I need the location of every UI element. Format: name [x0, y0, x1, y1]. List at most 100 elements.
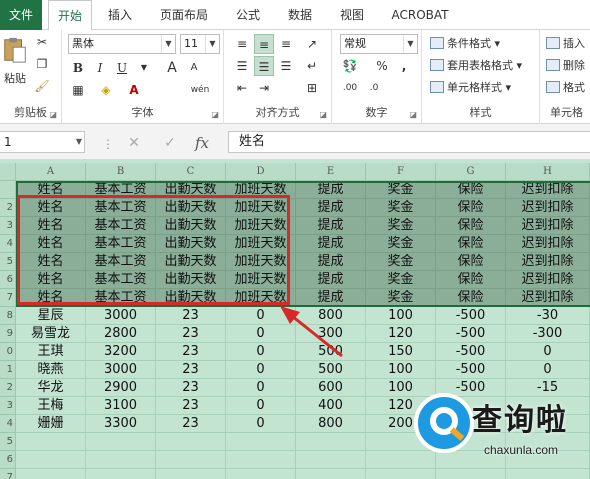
increase-decimal-icon[interactable]: .00 — [340, 78, 360, 98]
paste-button[interactable]: 粘贴 — [0, 36, 30, 86]
cell-d-14[interactable]: 0 — [226, 415, 296, 433]
cell-h-1[interactable]: 迟到扣除 — [506, 181, 590, 199]
grow-font-button[interactable]: A — [162, 58, 182, 78]
chevron-down-icon[interactable]: ▼ — [134, 58, 154, 78]
cell-e-2[interactable]: 提成 — [296, 199, 366, 217]
cell-b-15[interactable] — [86, 433, 156, 451]
dialog-launcher-icon[interactable]: ◪ — [319, 110, 327, 119]
cut-icon[interactable]: ✂ — [32, 32, 52, 52]
decrease-decimal-icon[interactable]: .0 — [364, 78, 384, 98]
cell-f-8[interactable]: 100 — [366, 307, 436, 325]
row-header[interactable]: 9 — [0, 325, 16, 343]
cell-b-3[interactable]: 基本工资 — [86, 217, 156, 235]
row-header[interactable]: 7 — [0, 289, 16, 307]
row-header[interactable]: 4 — [0, 415, 16, 433]
cell-f-5[interactable]: 奖金 — [366, 253, 436, 271]
cell-a-17[interactable] — [16, 469, 86, 479]
cell-c-11[interactable]: 23 — [156, 361, 226, 379]
cell-e-4[interactable]: 提成 — [296, 235, 366, 253]
name-box[interactable]: 1 ▼ — [0, 131, 85, 153]
cell-h-4[interactable]: 迟到扣除 — [506, 235, 590, 253]
merge-center-icon[interactable]: ⊞ — [302, 78, 322, 98]
format-painter-icon[interactable]: 🖌 — [32, 76, 52, 96]
column-header-f[interactable]: F — [366, 163, 436, 181]
cell-g-1[interactable]: 保险 — [436, 181, 506, 199]
cell-a-11[interactable]: 晓燕 — [16, 361, 86, 379]
font-size-select[interactable]: 11 ▼ — [180, 34, 220, 54]
cell-c-15[interactable] — [156, 433, 226, 451]
cell-c-13[interactable]: 23 — [156, 397, 226, 415]
cell-g-8[interactable]: -500 — [436, 307, 506, 325]
row-header[interactable]: 3 — [0, 217, 16, 235]
cell-g-5[interactable]: 保险 — [436, 253, 506, 271]
font-name-select[interactable]: 黑体 ▼ — [68, 34, 176, 54]
align-middle-icon[interactable]: ≡ — [254, 34, 274, 54]
fill-color-icon[interactable]: ◈ — [96, 80, 116, 100]
cell-g-3[interactable]: 保险 — [436, 217, 506, 235]
row-header[interactable]: 2 — [0, 199, 16, 217]
cell-a-13[interactable]: 王梅 — [16, 397, 86, 415]
tab-home[interactable]: 开始 — [48, 0, 92, 31]
cell-d-2[interactable]: 加班天数 — [226, 199, 296, 217]
cell-h-9[interactable]: -300 — [506, 325, 590, 343]
row-header[interactable]: 1 — [0, 361, 16, 379]
cell-h-3[interactable]: 迟到扣除 — [506, 217, 590, 235]
cell-b-14[interactable]: 3300 — [86, 415, 156, 433]
align-top-icon[interactable]: ≡ — [232, 34, 252, 54]
cell-d-6[interactable]: 加班天数 — [226, 271, 296, 289]
column-header-d[interactable]: D — [226, 163, 296, 181]
cell-b-2[interactable]: 基本工资 — [86, 199, 156, 217]
cancel-icon[interactable]: ✕ — [124, 134, 144, 152]
dialog-launcher-icon[interactable]: ◪ — [409, 110, 417, 119]
cell-b-11[interactable]: 3000 — [86, 361, 156, 379]
row-header[interactable]: 7 — [0, 469, 16, 479]
cell-f-2[interactable]: 奖金 — [366, 199, 436, 217]
insert-function-icon[interactable]: fx — [192, 134, 212, 152]
cell-h-11[interactable]: 0 — [506, 361, 590, 379]
cell-c-8[interactable]: 23 — [156, 307, 226, 325]
delete-cells-button[interactable]: 删除 — [546, 56, 585, 76]
tab-acrobat[interactable]: ACROBAT — [382, 0, 458, 30]
column-header-b[interactable]: B — [86, 163, 156, 181]
row-header[interactable] — [0, 181, 16, 199]
cell-a-9[interactable]: 易雪龙 — [16, 325, 86, 343]
cell-h-5[interactable]: 迟到扣除 — [506, 253, 590, 271]
cell-c-17[interactable] — [156, 469, 226, 479]
column-header-h[interactable]: H — [506, 163, 590, 181]
cell-a-12[interactable]: 华龙 — [16, 379, 86, 397]
dialog-launcher-icon[interactable]: ◪ — [49, 110, 57, 119]
wrap-text-icon[interactable]: ↵ — [302, 56, 322, 76]
align-right-icon[interactable]: ☰ — [276, 56, 296, 76]
cell-h-8[interactable]: -30 — [506, 307, 590, 325]
row-header[interactable]: 5 — [0, 253, 16, 271]
cell-e-14[interactable]: 800 — [296, 415, 366, 433]
cell-e-16[interactable] — [296, 451, 366, 469]
cell-e-13[interactable]: 400 — [296, 397, 366, 415]
cell-c-5[interactable]: 出勤天数 — [156, 253, 226, 271]
cell-e-3[interactable]: 提成 — [296, 217, 366, 235]
cell-a-5[interactable]: 姓名 — [16, 253, 86, 271]
cell-d-1[interactable]: 加班天数 — [226, 181, 296, 199]
increase-indent-icon[interactable]: ⇥ — [254, 78, 274, 98]
cell-c-1[interactable]: 出勤天数 — [156, 181, 226, 199]
cell-c-9[interactable]: 23 — [156, 325, 226, 343]
row-header[interactable]: 4 — [0, 235, 16, 253]
enter-icon[interactable]: ✓ — [160, 134, 180, 152]
cell-h-7[interactable]: 迟到扣除 — [506, 289, 590, 307]
border-icon[interactable]: ▦ — [68, 80, 88, 100]
cell-d-13[interactable]: 0 — [226, 397, 296, 415]
cell-c-6[interactable]: 出勤天数 — [156, 271, 226, 289]
cell-b-8[interactable]: 3000 — [86, 307, 156, 325]
select-all-corner[interactable] — [0, 163, 16, 181]
cell-e-6[interactable]: 提成 — [296, 271, 366, 289]
cell-f-4[interactable]: 奖金 — [366, 235, 436, 253]
dialog-launcher-icon[interactable]: ◪ — [211, 110, 219, 119]
cell-d-5[interactable]: 加班天数 — [226, 253, 296, 271]
column-header-e[interactable]: E — [296, 163, 366, 181]
cell-d-12[interactable]: 0 — [226, 379, 296, 397]
cell-f-11[interactable]: 100 — [366, 361, 436, 379]
cell-b-1[interactable]: 基本工资 — [86, 181, 156, 199]
row-header[interactable]: 5 — [0, 433, 16, 451]
cell-d-17[interactable] — [226, 469, 296, 479]
cell-f-7[interactable]: 奖金 — [366, 289, 436, 307]
